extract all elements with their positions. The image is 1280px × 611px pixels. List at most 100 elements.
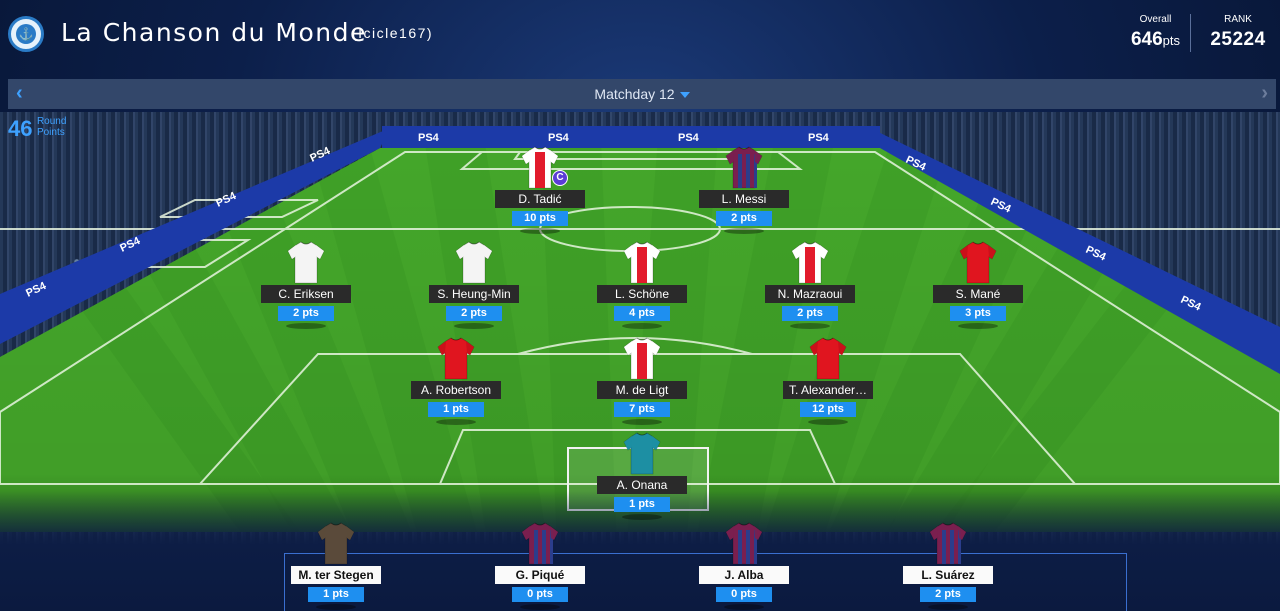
club-logo-icon: ⚓ xyxy=(8,16,44,52)
player-taa[interactable]: T. Alexander… 12 pts xyxy=(783,337,873,425)
player-messi[interactable]: L. Messi 2 pts xyxy=(699,146,789,234)
round-points-labels: Round Points xyxy=(37,116,66,138)
player-shadow xyxy=(724,228,764,234)
player-shirt xyxy=(622,241,662,285)
overall-value-wrap: 646pts xyxy=(1131,29,1180,51)
player-schone[interactable]: L. Schöne 4 pts xyxy=(597,241,687,329)
player-deligt[interactable]: M. de Ligt 7 pts xyxy=(597,337,687,425)
player-shadow xyxy=(622,419,662,425)
player-name: G. Piqué xyxy=(495,566,585,584)
player-shirt xyxy=(958,241,998,285)
player-shirt xyxy=(928,522,968,566)
points-label: Points xyxy=(36,127,65,138)
jersey-icon xyxy=(791,241,829,284)
next-matchday-icon[interactable]: › xyxy=(1261,82,1268,105)
player-shadow xyxy=(286,323,326,329)
player-name: A. Onana xyxy=(597,476,687,494)
caret-down-icon xyxy=(679,92,690,99)
overall-score: Overall 646pts xyxy=(1131,14,1180,51)
player-points: 3 pts xyxy=(950,306,1006,321)
captain-badge: C xyxy=(552,170,568,186)
player-shadow xyxy=(454,323,494,329)
player-points: 2 pts xyxy=(716,211,772,226)
player-name: L. Schöne xyxy=(597,285,687,303)
player-shirt xyxy=(808,337,848,381)
player-name: L. Suárez xyxy=(903,566,993,584)
bench-player-pique[interactable]: G. Piqué 0 pts xyxy=(495,522,585,610)
player-points: 2 pts xyxy=(278,306,334,321)
player-shadow xyxy=(790,323,830,329)
rank-label: RANK xyxy=(1224,14,1252,25)
jersey-icon xyxy=(623,241,661,284)
player-points: 0 pts xyxy=(716,587,772,602)
jersey-icon xyxy=(959,241,997,284)
player-mazraoui[interactable]: N. Mazraoui 2 pts xyxy=(765,241,855,329)
player-shadow xyxy=(622,514,662,520)
player-shadow xyxy=(622,323,662,329)
overall-unit: pts xyxy=(1162,33,1180,48)
team-name: La Chanson du Monde xyxy=(61,18,367,47)
player-points: 2 pts xyxy=(782,306,838,321)
player-shadow xyxy=(958,323,998,329)
player-name: M. de Ligt xyxy=(597,381,687,399)
player-onana[interactable]: A. Onana 1 pts xyxy=(597,432,687,520)
player-name: D. Tadić xyxy=(495,190,585,208)
player-shirt xyxy=(790,241,830,285)
player-name: N. Mazraoui xyxy=(765,285,855,303)
bench-player-suarez[interactable]: L. Suárez 2 pts xyxy=(903,522,993,610)
jersey-icon xyxy=(455,241,493,284)
board-ad-text: PS4 xyxy=(548,132,570,144)
player-points: 7 pts xyxy=(614,402,670,417)
round-points: 46 Round Points xyxy=(8,116,66,142)
player-points: 2 pts xyxy=(446,306,502,321)
player-name: A. Robertson xyxy=(411,381,501,399)
player-shirt xyxy=(316,522,356,566)
player-shirt xyxy=(286,241,326,285)
overall-value: 646 xyxy=(1130,29,1163,50)
player-son[interactable]: S. Heung-Min 2 pts xyxy=(429,241,519,329)
bench-player-alba[interactable]: J. Alba 0 pts xyxy=(699,522,789,610)
rank: RANK 25224 xyxy=(1205,14,1271,51)
jersey-icon xyxy=(437,337,475,380)
player-robertson[interactable]: A. Robertson 1 pts xyxy=(411,337,501,425)
rank-value: 25224 xyxy=(1210,29,1266,50)
round-label: Round xyxy=(36,116,67,127)
jersey-icon xyxy=(725,146,763,189)
player-points: 12 pts xyxy=(800,402,856,417)
jersey-icon xyxy=(317,522,355,565)
player-shirt: C xyxy=(520,146,568,190)
player-tadic[interactable]: C D. Tadić 10 pts xyxy=(495,146,585,234)
jersey-icon xyxy=(809,337,847,380)
player-shirt xyxy=(724,522,764,566)
player-points: 2 pts xyxy=(920,587,976,602)
player-shirt xyxy=(724,146,764,190)
header-divider xyxy=(1190,14,1191,52)
player-name: J. Alba xyxy=(699,566,789,584)
player-eriksen[interactable]: C. Eriksen 2 pts xyxy=(261,241,351,329)
player-shirt xyxy=(520,522,560,566)
player-name: S. Heung-Min xyxy=(429,285,519,303)
player-points: 1 pts xyxy=(614,497,670,512)
jersey-icon xyxy=(725,522,763,565)
bench-player-terstegen[interactable]: M. ter Stegen 1 pts xyxy=(291,522,381,610)
overall-label: Overall xyxy=(1139,14,1172,25)
player-shadow xyxy=(928,604,968,610)
matchday-bar: ‹ Matchday 12 › xyxy=(8,79,1276,109)
player-mane[interactable]: S. Mané 3 pts xyxy=(933,241,1023,329)
matchday-title: Matchday 12 xyxy=(594,86,675,102)
board-ad-text: PS4 xyxy=(418,132,440,144)
matchday-selector[interactable]: Matchday 12 xyxy=(8,86,1276,102)
player-points: 1 pts xyxy=(308,587,364,602)
player-shirt xyxy=(454,241,494,285)
player-points: 4 pts xyxy=(614,306,670,321)
player-points: 10 pts xyxy=(512,211,568,226)
player-points: 0 pts xyxy=(512,587,568,602)
player-shadow xyxy=(520,228,560,234)
player-name: M. ter Stegen xyxy=(291,566,381,584)
player-name: T. Alexander… xyxy=(783,381,873,399)
jersey-icon xyxy=(521,522,559,565)
jersey-icon xyxy=(929,522,967,565)
jersey-icon xyxy=(623,432,661,475)
jersey-icon xyxy=(287,241,325,284)
player-shadow xyxy=(520,604,560,610)
